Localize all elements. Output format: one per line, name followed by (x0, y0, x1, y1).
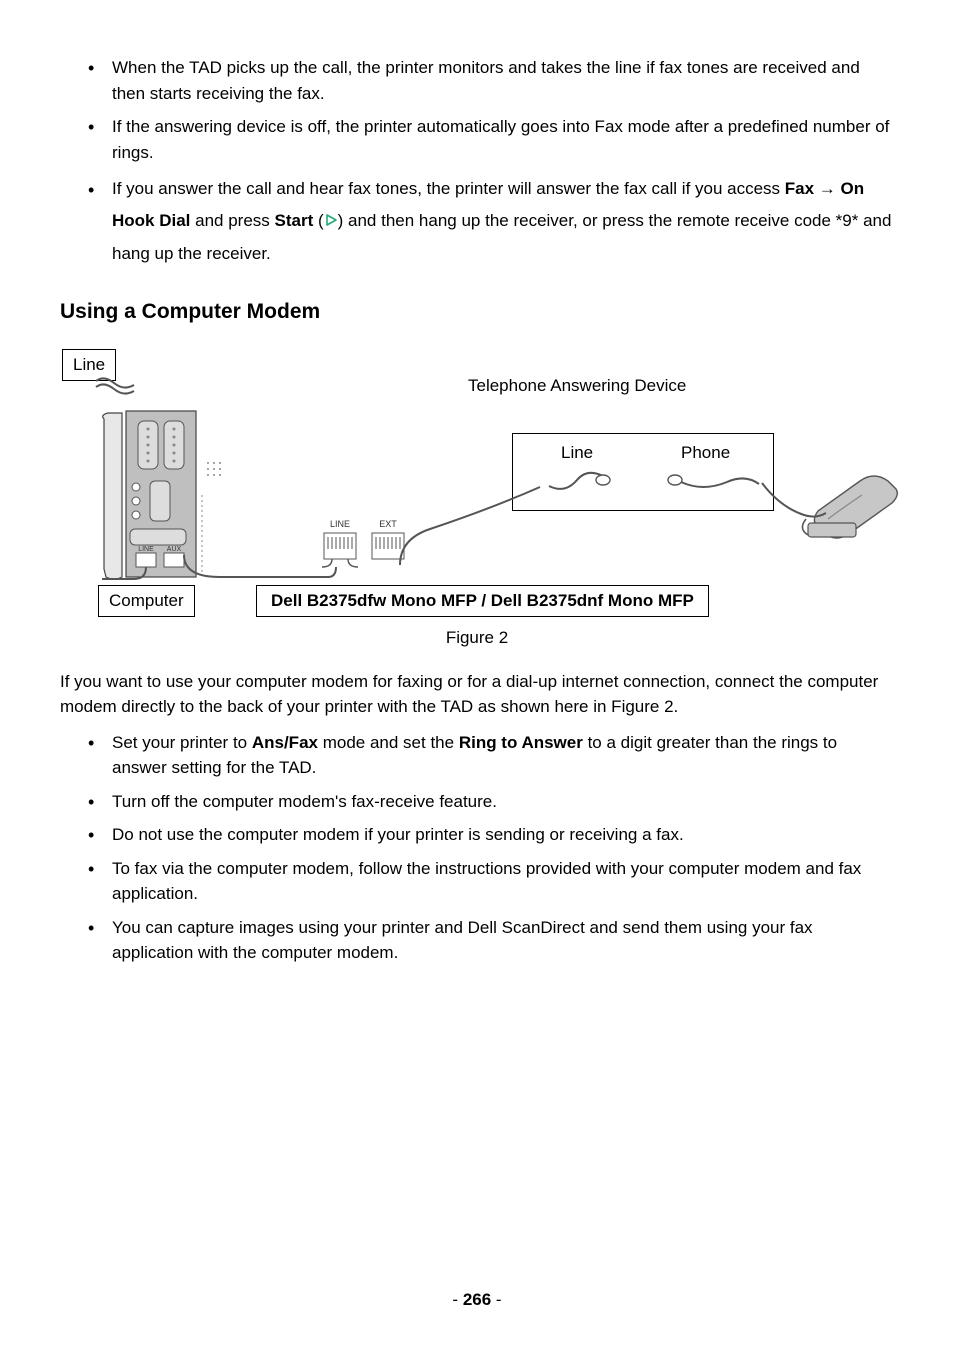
tad-title: Telephone Answering Device (468, 373, 686, 399)
list-item: To fax via the computer modem, follow th… (88, 856, 894, 907)
tad-box: Line Phone (512, 433, 774, 511)
t: mode and set the (318, 733, 459, 752)
figure-caption: Figure 2 (60, 625, 894, 651)
t: - (452, 1290, 462, 1309)
tad-line-label: Line (561, 440, 593, 466)
t: Dell B2375dfw Mono MFP / Dell B2375dnf M… (271, 591, 694, 610)
t: If you answer the call and hear fax tone… (112, 179, 785, 198)
list-item: If the answering device is off, the prin… (88, 114, 894, 165)
play-icon (324, 206, 338, 220)
bottom-bullet-list: Set your printer to Ans/Fax mode and set… (60, 730, 894, 966)
t: Set your printer to (112, 733, 252, 752)
section-heading: Using a Computer Modem (60, 296, 894, 328)
page-number: - 266 - (0, 1287, 954, 1313)
list-item: Set your printer to Ans/Fax mode and set… (88, 730, 894, 781)
computer-label-box: Computer (98, 585, 195, 617)
arrow-icon: → (814, 179, 840, 198)
page-num-value: 266 (463, 1290, 491, 1309)
t: You can capture images using your printe… (112, 918, 813, 963)
cable-tad-to-phone (760, 479, 830, 529)
printer-label-box: Dell B2375dfw Mono MFP / Dell B2375dnf M… (256, 585, 709, 617)
list-item: When the TAD picks up the call, the prin… (88, 55, 894, 106)
t: Turn off the computer modem's fax-receiv… (112, 792, 497, 811)
t: To fax via the computer modem, follow th… (112, 859, 861, 904)
card-line-label: LINE (138, 546, 154, 553)
line-cable-icon (90, 375, 150, 415)
tad-phone-jack-icon (663, 470, 763, 506)
tad-line-jack-icon (543, 470, 613, 506)
fax-label: Fax (785, 179, 814, 198)
svg-text:LINE: LINE (330, 519, 350, 529)
figure-2: Line Telephone Answering Device LINE AUX (60, 349, 900, 619)
top-bullet-list: When the TAD picks up the call, the prin… (60, 55, 894, 270)
t: - (491, 1290, 501, 1309)
start-label: Start (275, 211, 314, 230)
t: Computer (109, 591, 184, 610)
list-item: You can capture images using your printe… (88, 915, 894, 966)
list-item: Do not use the computer modem if your pr… (88, 822, 894, 848)
intro-paragraph: If you want to use your computer modem f… (60, 669, 894, 720)
t: Line (73, 355, 105, 374)
t: Do not use the computer modem if your pr… (112, 825, 684, 844)
ringtoanswer-label: Ring to Answer (459, 733, 583, 752)
t: and press (190, 211, 274, 230)
list-item: If you answer the call and hear fax tone… (88, 173, 894, 270)
cable-comp-to-printer (180, 549, 340, 583)
t: ( (313, 211, 323, 230)
list-text: When the TAD picks up the call, the prin… (112, 58, 860, 103)
tad-phone-label: Phone (681, 440, 730, 466)
cable-printer-to-tad (390, 469, 550, 569)
list-text: If the answering device is off, the prin… (112, 117, 889, 162)
ansfax-label: Ans/Fax (252, 733, 318, 752)
list-item: Turn off the computer modem's fax-receiv… (88, 789, 894, 815)
